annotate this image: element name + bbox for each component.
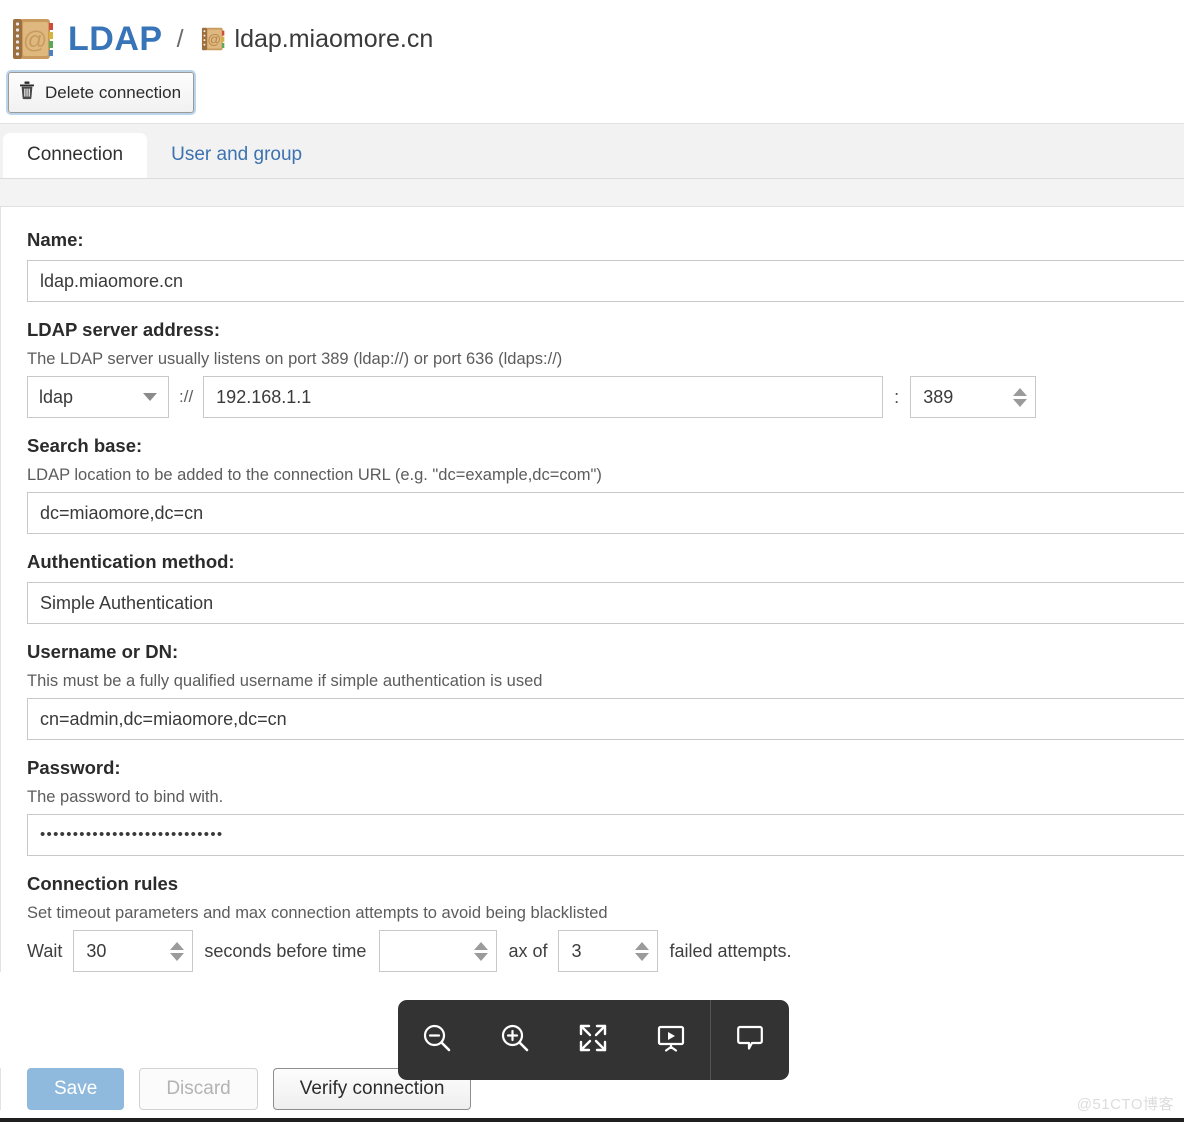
bottom-edge-bar [0,1118,1184,1122]
content-gap-strip [0,179,1184,207]
password-hint: The password to bind with. [27,788,224,806]
connection-rules-hint: Set timeout parameters and max connectio… [27,904,608,922]
max-attempts-value: 3 [571,940,582,961]
fullscreen-icon [577,1022,609,1059]
comment-button[interactable] [711,1000,789,1080]
chevron-up-icon[interactable] [635,941,650,950]
attempts-suffix-label: failed attempts. [669,940,792,961]
presentation-icon [655,1022,687,1059]
svg-text:@: @ [207,32,221,47]
protocol-separator: :// [179,387,194,406]
retry-stepper-hidden[interactable] [379,930,498,972]
save-button[interactable]: Save [27,1068,125,1110]
floating-toolbar-main-group [398,1000,710,1080]
chevron-down-icon[interactable] [1013,398,1028,407]
timeout-stepper-arrows[interactable] [170,941,185,961]
chevron-down-icon[interactable] [474,952,489,961]
tab-bar: Connection User and group [0,123,1184,179]
server-address-row: ldap :// 192.168.1.1 : 389 [27,376,1184,418]
address-book-icon: @ [6,14,56,64]
fullscreen-button[interactable] [554,1000,632,1080]
password-label: Password: [27,757,121,778]
page-header: @ LDAP / @ ldap.miaomore.cn [0,0,1184,66]
zoom-out-button[interactable] [398,1000,476,1080]
action-toolbar: Delete connection [0,66,1184,123]
zoom-in-icon [498,1021,532,1060]
username-hint: This must be a fully qualified username … [27,672,543,690]
zoom-in-button[interactable] [476,1000,554,1080]
timeout-value: 30 [86,940,107,961]
chevron-down-icon[interactable] [170,952,185,961]
trash-icon [18,80,36,105]
chevron-down-icon[interactable] [635,952,650,961]
page-root: @ LDAP / @ ldap.miaomore.cn Delete conne… [0,0,1184,1122]
wait-prefix-label: Wait [27,940,63,961]
search-base-input[interactable]: dc=miaomore,dc=cn [27,492,1184,534]
breadcrumb-separator: / [176,24,184,53]
search-base-hint: LDAP location to be added to the connect… [27,466,602,484]
floating-viewer-toolbar [398,1000,789,1080]
connection-rules-label: Connection rules [27,873,179,894]
retry-stepper-arrows[interactable] [474,941,489,961]
port-stepper-arrows[interactable] [1013,387,1028,407]
port-value: 389 [923,386,954,407]
comment-icon [734,1022,766,1059]
timeout-stepper[interactable]: 30 [73,930,194,972]
max-attempts-stepper[interactable]: 3 [558,930,659,972]
auth-method-select[interactable]: Simple Authentication [27,582,1184,624]
password-input[interactable]: •••••••••••••••••••••••••••• [27,814,1184,856]
username-input[interactable]: cn=admin,dc=miaomore,dc=cn [27,698,1184,740]
presentation-button[interactable] [632,1000,710,1080]
breadcrumb-address-book-icon: @ [198,24,226,54]
chevron-up-icon[interactable] [1013,387,1028,396]
username-label: Username or DN: [27,641,179,662]
breadcrumb-connection-name: ldap.miaomore.cn [234,24,434,53]
tab-connection[interactable]: Connection [3,133,148,178]
server-address-hint: The LDAP server usually listens on port … [27,350,563,368]
max-attempts-stepper-arrows[interactable] [635,941,650,961]
delete-connection-label: Delete connection [45,82,182,102]
app-title: LDAP [68,19,163,58]
floating-toolbar-comment-group [711,1000,789,1080]
name-input[interactable]: ldap.miaomore.cn [27,260,1184,302]
protocol-value: ldap [39,386,74,407]
search-base-label: Search base: [27,435,143,456]
svg-text:@: @ [23,27,47,54]
discard-button[interactable]: Discard [139,1068,258,1110]
chevron-down-icon [143,393,157,401]
watermark: @51CTO博客 [1076,1096,1174,1113]
chevron-up-icon[interactable] [170,941,185,950]
server-address-label: LDAP server address: [27,319,220,340]
port-colon: : [894,386,900,407]
port-stepper[interactable]: 389 [910,376,1037,418]
auth-method-label: Authentication method: [27,551,235,572]
chevron-up-icon[interactable] [474,941,489,950]
protocol-select[interactable]: ldap [27,376,169,418]
wait-middle-label: seconds before time [204,940,367,961]
name-label: Name: [27,229,84,250]
tab-user-and-group[interactable]: User and group [147,133,326,178]
host-input[interactable]: 192.168.1.1 [203,376,884,418]
delete-connection-button[interactable]: Delete connection [8,72,195,113]
attempts-prefix-label: ax of [508,940,548,961]
zoom-out-icon [420,1021,454,1060]
connection-rules-row: Wait 30 seconds before time ax of 3 fail… [27,930,1184,972]
connection-form: Name: ldap.miaomore.cn LDAP server addre… [0,207,1184,972]
